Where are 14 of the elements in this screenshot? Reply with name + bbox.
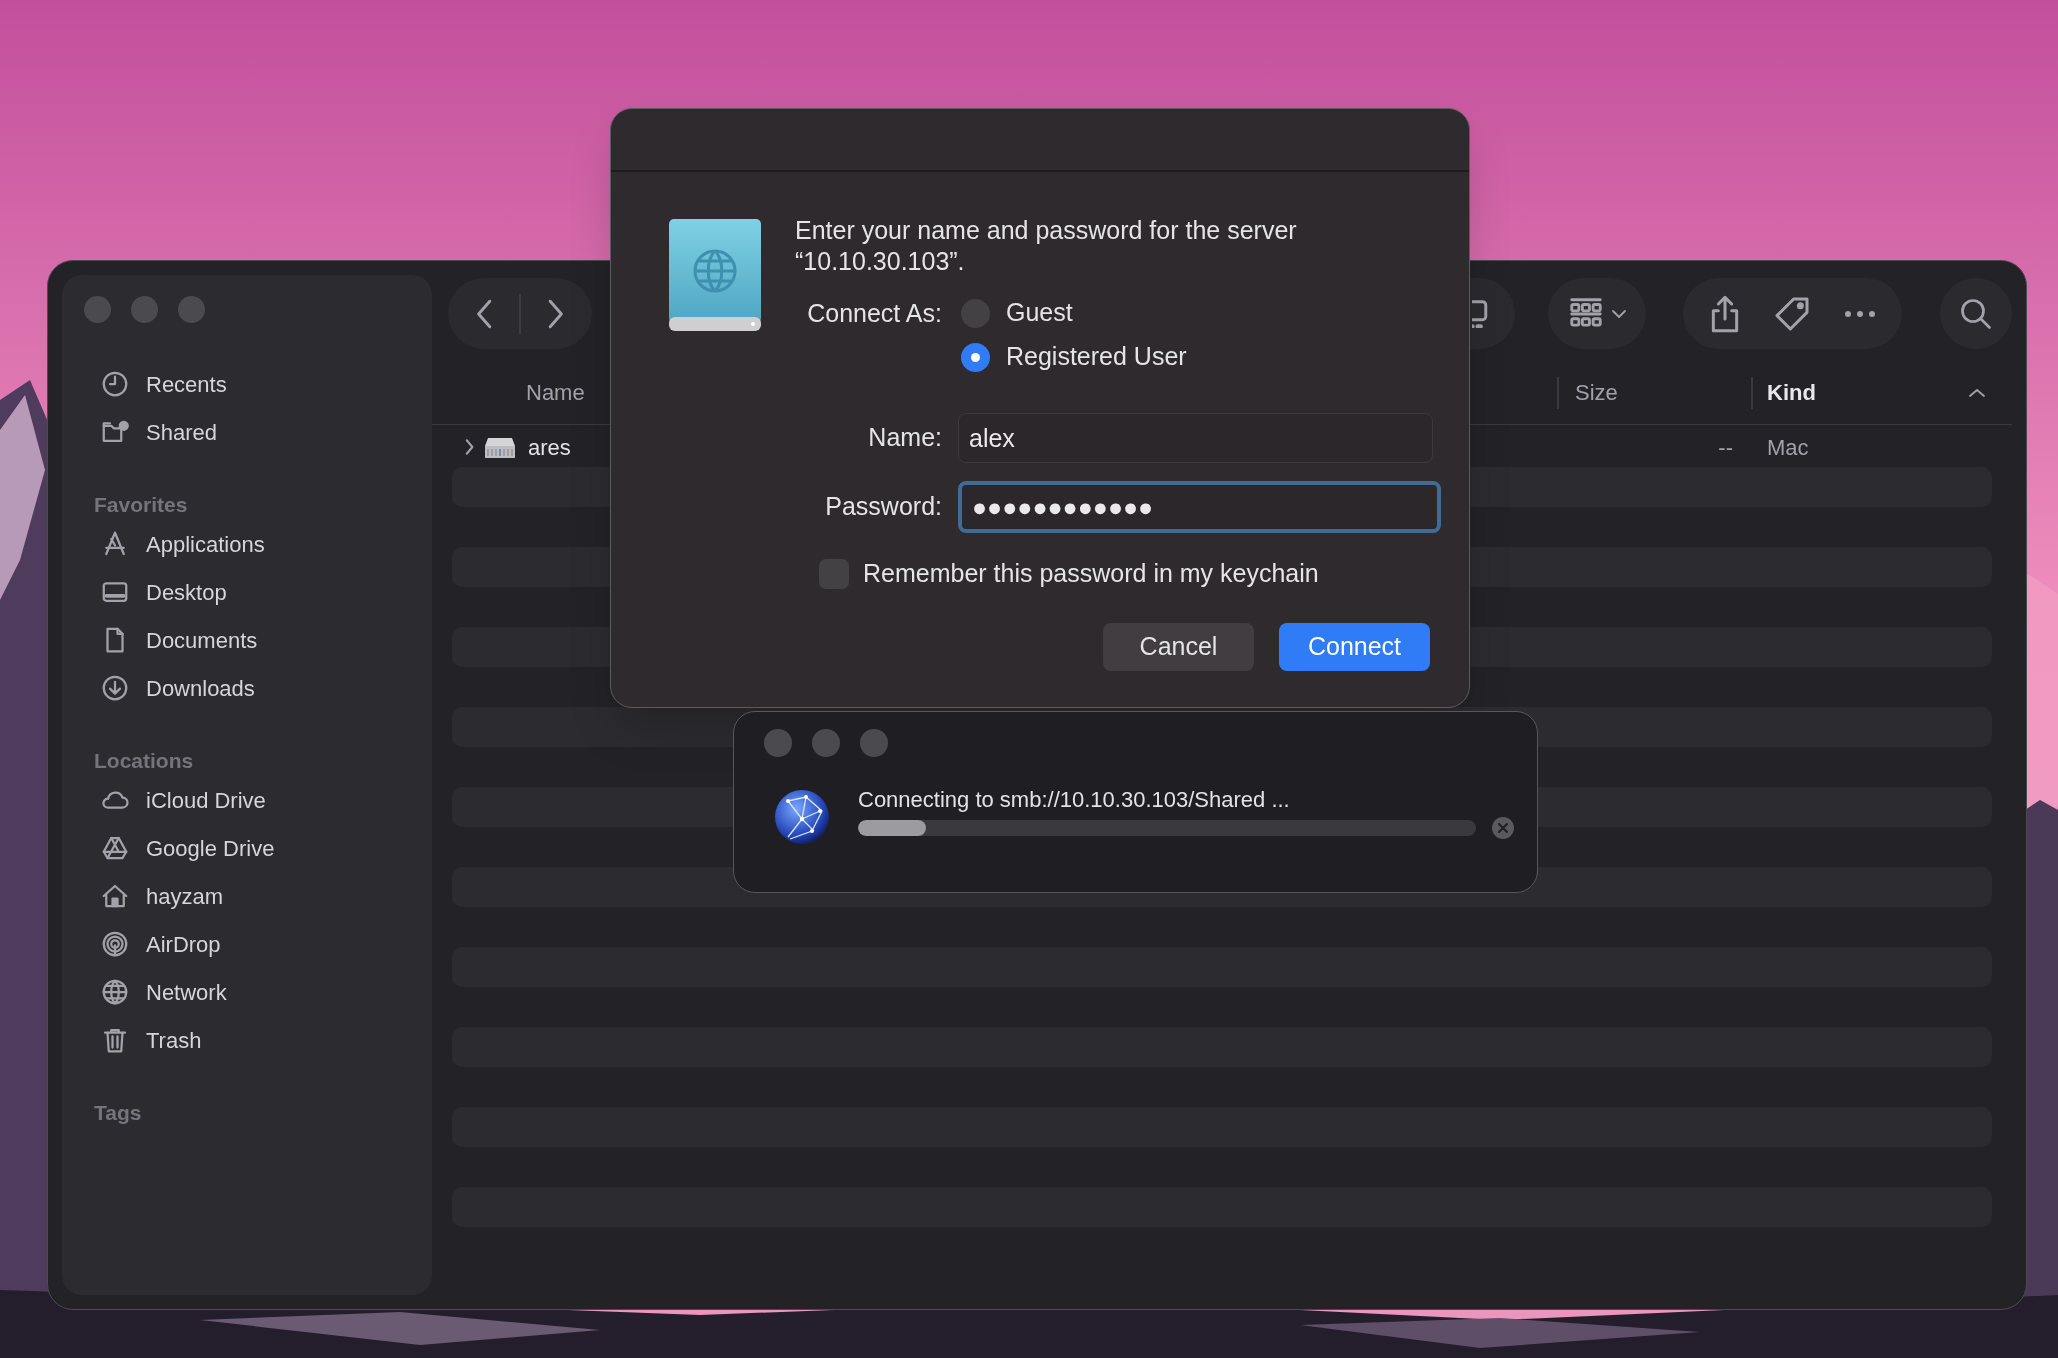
table-cell-text: -- [1718,433,1733,462]
table-cell: Mac [1767,434,1809,460]
section-header: Favorites [93,492,189,518]
section-header: Locations [93,748,195,774]
radio-label: Guest [1006,297,1073,329]
field-label: Password: [824,491,942,523]
field-label: Connect As: [806,298,942,329]
radio-label: Registered User [1006,341,1187,373]
field-label: Name: [867,422,942,454]
file-name: ares [528,433,571,462]
status-message: Connecting to smb://10.10.30.103/Shared ... [858,786,1291,814]
section-header: Tags [93,1100,143,1126]
checkbox-label: Remember this password in my keychain [863,558,1319,589]
dialog-message: Enter your name and password for the server “10.10.30.103”. [795,215,1298,277]
